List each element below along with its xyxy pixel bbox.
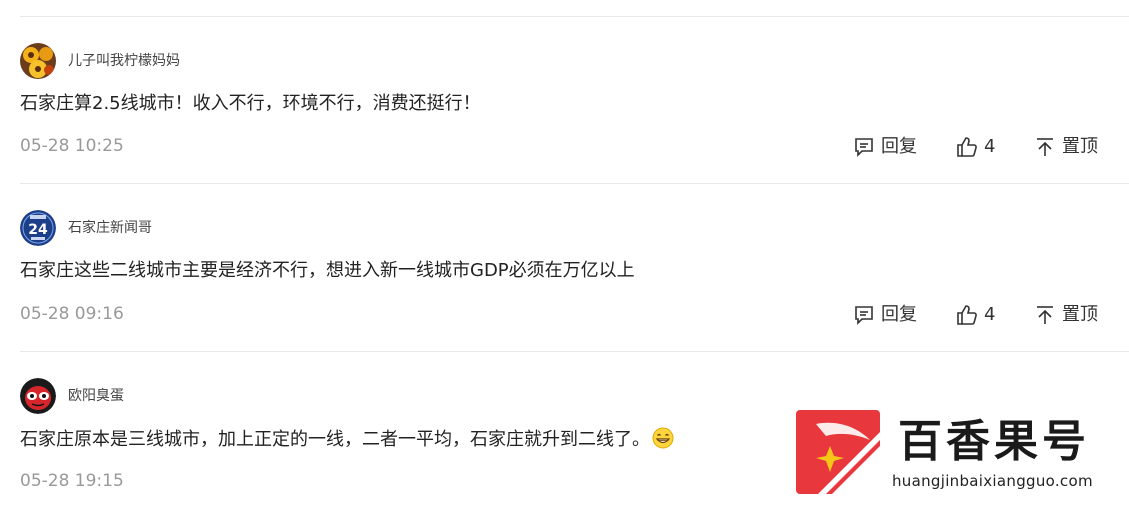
- watermark-url: huangjinbaixiangguo.com: [892, 472, 1093, 490]
- username[interactable]: 石家庄新闻哥: [68, 218, 152, 238]
- reply-icon: [855, 138, 873, 157]
- reply-label: 回复: [881, 136, 917, 157]
- pin-top-icon: [1037, 306, 1053, 324]
- pin-top-icon: [1037, 138, 1053, 156]
- username[interactable]: 儿子叫我柠檬妈妈: [68, 51, 180, 71]
- avatar-text: 24: [28, 222, 48, 238]
- comment-item: 儿子叫我柠檬妈妈 石家庄算2.5线城市！收入不行，环境不行，消费还挺行！ 05-…: [0, 17, 1129, 185]
- like-button[interactable]: 4: [956, 304, 995, 326]
- pin-label: 置顶: [1062, 136, 1098, 157]
- watermark: 百香果号 huangjinbaixiangguo.com: [796, 410, 1126, 500]
- comment-text-body: 石家庄原本是三线城市，加上正定的一线，二者一平均，石家庄就升到二线了。: [20, 429, 650, 450]
- pin-label: 置顶: [1062, 304, 1098, 325]
- comment-time: 05-28 10:25: [20, 136, 124, 156]
- comment-time: 05-28 09:16: [20, 304, 124, 324]
- comment-text: 石家庄原本是三线城市，加上正定的一线，二者一平均，石家庄就升到二线了。: [20, 427, 674, 452]
- username[interactable]: 欧阳臭蛋: [68, 386, 124, 406]
- avatar[interactable]: 24: [20, 210, 56, 246]
- like-count: 4: [984, 136, 996, 157]
- like-button[interactable]: 4: [956, 136, 995, 158]
- comment-item: 24 石家庄新闻哥 石家庄这些二线城市主要是经济不行，想进入新一线城市GDP必须…: [0, 184, 1129, 352]
- watermark-title: 百香果号: [898, 416, 1090, 467]
- comment-time: 05-28 19:15: [20, 471, 124, 491]
- comment-text: 石家庄算2.5线城市！收入不行，环境不行，消费还挺行！: [20, 93, 481, 114]
- reply-button[interactable]: 回复: [853, 136, 917, 158]
- pin-button[interactable]: 置顶: [1034, 304, 1098, 326]
- pin-button[interactable]: 置顶: [1034, 136, 1098, 158]
- comment-text: 石家庄这些二线城市主要是经济不行，想进入新一线城市GDP必须在万亿以上: [20, 260, 635, 281]
- reply-icon: [855, 306, 873, 325]
- reply-button[interactable]: 回复: [853, 304, 917, 326]
- like-count: 4: [984, 304, 996, 325]
- baixiangguo-logo-icon: [796, 410, 880, 494]
- grin-emoji-icon: [652, 427, 674, 449]
- thumbs-up-icon: [957, 305, 977, 325]
- thumbs-up-icon: [957, 137, 977, 157]
- reply-label: 回复: [881, 304, 917, 325]
- avatar[interactable]: [20, 43, 56, 79]
- avatar[interactable]: [20, 378, 56, 414]
